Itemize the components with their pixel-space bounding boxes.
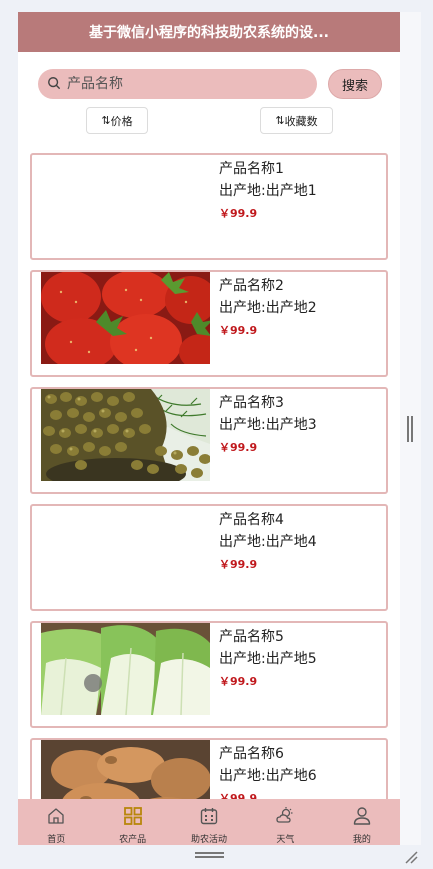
product-card[interactable]: 产品名称3 出产地:出产地3 ￥99.9 (30, 387, 388, 494)
product-card[interactable]: 产品名称1 出产地:出产地1 ￥99.9 (30, 153, 388, 260)
search-icon (47, 75, 61, 94)
tab-home[interactable]: 首页 (18, 799, 94, 845)
resize-corner-icon[interactable] (404, 849, 418, 868)
resize-handle[interactable] (407, 416, 413, 442)
search-bar: 搜索 (38, 69, 382, 99)
product-card[interactable]: 产品名称4 出产地:出产地4 ￥99.9 (30, 504, 388, 611)
weather-icon (275, 806, 295, 830)
tab-mine[interactable]: 我的 (324, 799, 400, 845)
bottom-tab-bar: 首页 农产品 助农活动 天气 我的 (18, 799, 400, 845)
tab-activities-label: 助农活动 (191, 835, 228, 845)
sort-favorites-button[interactable]: ⇅ 收藏数 (260, 107, 333, 134)
product-name: 产品名称2 (219, 278, 284, 294)
product-origin: 出产地:出产地1 (219, 183, 317, 199)
grid-icon (123, 806, 143, 830)
tab-activities[interactable]: 助农活动 (171, 799, 247, 845)
product-name: 产品名称1 (219, 161, 284, 177)
tab-products[interactable]: 农产品 (94, 799, 170, 845)
product-name: 产品名称6 (219, 746, 284, 762)
product-origin: 出产地:出产地3 (219, 417, 317, 433)
tab-products-label: 农产品 (119, 835, 147, 845)
tab-weather-label: 天气 (276, 835, 295, 845)
product-name: 产品名称3 (219, 395, 284, 411)
product-price: ￥99.9 (219, 324, 258, 337)
tab-weather[interactable]: 天气 (247, 799, 323, 845)
product-price: ￥99.9 (219, 558, 258, 571)
sort-price-label: 价格 (110, 114, 133, 128)
search-button[interactable]: 搜索 (328, 69, 382, 99)
user-icon (352, 806, 372, 830)
product-card[interactable]: 产品名称5 出产地:出产地5 ￥99.9 (30, 621, 388, 728)
sort-price-button[interactable]: ⇅ 价格 (86, 107, 148, 134)
product-name: 产品名称4 (219, 512, 284, 528)
product-origin: 出产地:出产地2 (219, 300, 317, 316)
calendar-icon (199, 806, 219, 830)
product-image-empty (41, 155, 210, 247)
sort-arrows-icon: ⇅ (275, 114, 284, 127)
tab-home-label: 首页 (47, 835, 66, 845)
app-frame: 基于微信小程序的科技助农系统的设... 搜索 ⇅ 价格 ⇅ 收藏数 产品名称1 … (18, 12, 400, 845)
home-indicator[interactable] (195, 852, 224, 858)
tab-mine-label: 我的 (352, 835, 371, 845)
product-origin: 出产地:出产地6 (219, 768, 317, 784)
strawberry-image (41, 272, 210, 364)
page-title: 基于微信小程序的科技助农系统的设... (18, 12, 400, 52)
product-name: 产品名称5 (219, 629, 284, 645)
product-price: ￥99.9 (219, 675, 258, 688)
search-field[interactable] (38, 69, 317, 99)
sort-arrows-icon: ⇅ (101, 114, 110, 127)
product-price: ￥99.9 (219, 441, 258, 454)
mung-beans-image (41, 389, 210, 481)
product-card[interactable]: 产品名称2 出产地:出产地2 ￥99.9 (30, 270, 388, 377)
sort-favorites-label: 收藏数 (284, 114, 318, 128)
product-price: ￥99.9 (219, 207, 258, 220)
search-input[interactable] (67, 76, 307, 92)
product-origin: 出产地:出产地5 (219, 651, 317, 667)
product-origin: 出产地:出产地4 (219, 534, 317, 550)
home-icon (46, 806, 66, 830)
napa-cabbage-image (41, 623, 210, 715)
product-image-empty (41, 506, 210, 598)
